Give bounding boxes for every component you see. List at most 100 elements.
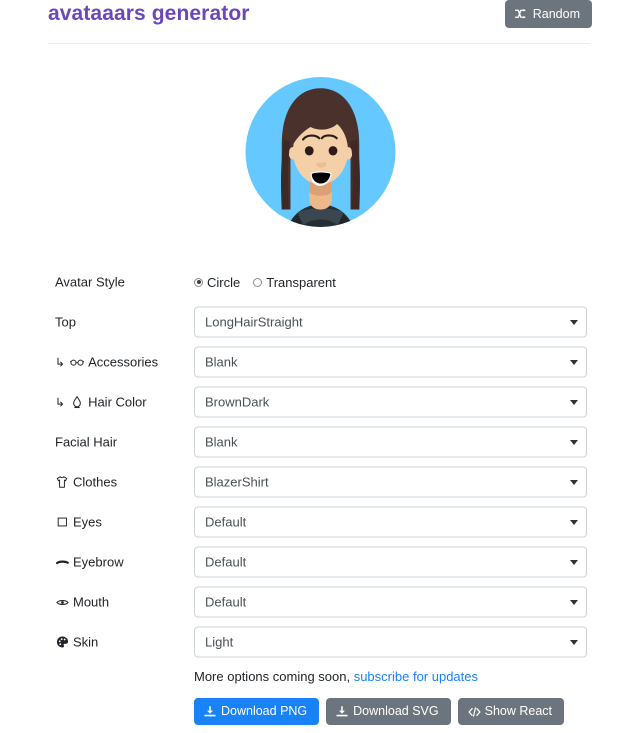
- label-text: Eyes: [73, 514, 102, 530]
- sub-branch-arrow-icon: ↳: [55, 395, 66, 409]
- radio-transparent-label: Transparent: [266, 274, 336, 290]
- control-eyebrow: Default: [194, 546, 587, 578]
- label-text: Mouth: [73, 594, 110, 610]
- chevron-down-icon: [570, 599, 578, 605]
- select-clothes-value: BlazerShirt: [205, 474, 269, 490]
- radio-circle-dot[interactable]: [194, 277, 203, 287]
- control-eyes: Default: [194, 506, 587, 538]
- radio-transparent[interactable]: Transparent: [253, 275, 336, 290]
- download-svg-button[interactable]: Download SVG: [326, 698, 451, 725]
- mouth-icon: [55, 596, 69, 609]
- label-mouth: Mouth: [55, 596, 109, 609]
- chevron-down-icon: [570, 479, 578, 485]
- chevron-down-icon: [570, 399, 578, 405]
- control-hair-color: BrownDark: [194, 386, 587, 418]
- avataaars-generator-page: avataaars generator Random Avatar Style …: [0, 0, 637, 733]
- select-eyebrow-value: Default: [205, 554, 247, 570]
- tshirt-icon: [55, 476, 69, 489]
- select-mouth[interactable]: Default: [194, 586, 587, 618]
- radio-circle-label: Circle: [207, 274, 241, 290]
- label-facial-hair: Facial Hair: [55, 436, 117, 449]
- label-text: Accessories: [88, 354, 159, 370]
- chevron-down-icon: [570, 439, 578, 445]
- select-facial-hair-value: Blank: [205, 434, 238, 450]
- shuffle-icon: [514, 8, 528, 20]
- select-facial-hair[interactable]: Blank: [194, 426, 587, 458]
- radio-transparent-dot[interactable]: [253, 277, 263, 287]
- select-clothes[interactable]: BlazerShirt: [194, 466, 587, 498]
- select-eyebrow[interactable]: Default: [194, 546, 587, 578]
- form-row-avatar-style: Avatar Style Circle Transparent: [0, 262, 637, 302]
- label-text: Avatar Style: [55, 274, 125, 290]
- label-hair-color: ↳ Hair Color: [55, 396, 147, 409]
- form-row-skin: Skin Light: [0, 622, 637, 662]
- label-clothes: Clothes: [55, 476, 117, 489]
- chevron-down-icon: [570, 359, 578, 365]
- sub-branch-arrow-icon: ↳: [55, 355, 66, 369]
- download-png-button[interactable]: Download PNG: [194, 698, 320, 725]
- select-skin-value: Light: [205, 634, 234, 650]
- page-title: avataaars generator: [48, 2, 250, 25]
- header-divider: [48, 43, 590, 44]
- show-react-label: Show React: [484, 704, 553, 719]
- label-skin: Skin: [55, 636, 98, 649]
- label-top: Top: [55, 316, 76, 329]
- glasses-icon: [70, 356, 85, 369]
- more-options-note: More options coming soon, subscribe for …: [194, 669, 478, 684]
- eye-square-icon: [55, 516, 69, 529]
- label-text: Clothes: [73, 474, 118, 490]
- select-hair-color[interactable]: BrownDark: [194, 386, 587, 418]
- random-button-label: Random: [532, 6, 580, 21]
- label-avatar-style: Avatar Style: [55, 276, 125, 289]
- form-row-hair-color: ↳ Hair Color BrownDark: [0, 382, 637, 422]
- form-row-accessories: ↳ Accessories Blank: [0, 342, 637, 382]
- select-eyes-value: Default: [205, 514, 247, 530]
- label-text: Hair Color: [88, 394, 147, 410]
- download-png-label: Download PNG: [221, 704, 308, 719]
- label-text: Skin: [73, 634, 99, 650]
- control-mouth: Default: [194, 586, 587, 618]
- select-accessories-value: Blank: [205, 354, 238, 370]
- random-button[interactable]: Random: [504, 0, 592, 28]
- select-mouth-value: Default: [205, 594, 247, 610]
- select-eyes[interactable]: Default: [194, 506, 587, 538]
- form-row-eyes: Eyes Default: [0, 502, 637, 542]
- options-form: Avatar Style Circle Transparent Top Long…: [0, 262, 637, 662]
- avatar-style-radio-group: Circle Transparent: [194, 273, 587, 291]
- control-skin: Light: [194, 626, 587, 658]
- select-top-value: LongHairStraight: [205, 314, 303, 330]
- page-header: avataaars generator Random: [48, 0, 592, 44]
- label-text: Top: [55, 314, 76, 330]
- hair-color-icon: [70, 395, 84, 409]
- eyebrow-dash-icon: [55, 556, 69, 569]
- radio-circle[interactable]: Circle: [194, 275, 240, 290]
- label-text: Facial Hair: [55, 434, 118, 450]
- form-row-clothes: Clothes BlazerShirt: [0, 462, 637, 502]
- form-row-top: Top LongHairStraight: [0, 302, 637, 342]
- label-eyes: Eyes: [55, 516, 102, 529]
- select-hair-color-value: BrownDark: [205, 394, 270, 410]
- show-react-button[interactable]: Show React: [457, 698, 565, 725]
- chevron-down-icon: [570, 639, 578, 645]
- download-svg-label: Download SVG: [353, 704, 439, 719]
- subscribe-link[interactable]: subscribe for updates: [354, 669, 478, 684]
- palette-icon: [55, 636, 69, 649]
- control-facial-hair: Blank: [194, 426, 587, 458]
- select-top[interactable]: LongHairStraight: [194, 306, 587, 338]
- control-top: LongHairStraight: [194, 306, 587, 338]
- form-row-mouth: Mouth Default: [0, 582, 637, 622]
- chevron-down-icon: [570, 559, 578, 565]
- action-buttons: Download PNG Download SVG Show React: [194, 698, 565, 725]
- form-row-facial-hair: Facial Hair Blank: [0, 422, 637, 462]
- avatar-preview: [238, 62, 403, 247]
- label-eyebrow: Eyebrow: [55, 556, 124, 569]
- label-accessories: ↳ Accessories: [55, 356, 158, 369]
- control-avatar-style: Circle Transparent: [194, 273, 587, 291]
- select-accessories[interactable]: Blank: [194, 346, 587, 378]
- code-icon: [468, 706, 481, 718]
- select-skin[interactable]: Light: [194, 626, 587, 658]
- chevron-down-icon: [570, 519, 578, 525]
- download-icon: [336, 705, 348, 718]
- download-icon: [204, 705, 216, 718]
- more-options-text: More options coming soon,: [194, 669, 354, 684]
